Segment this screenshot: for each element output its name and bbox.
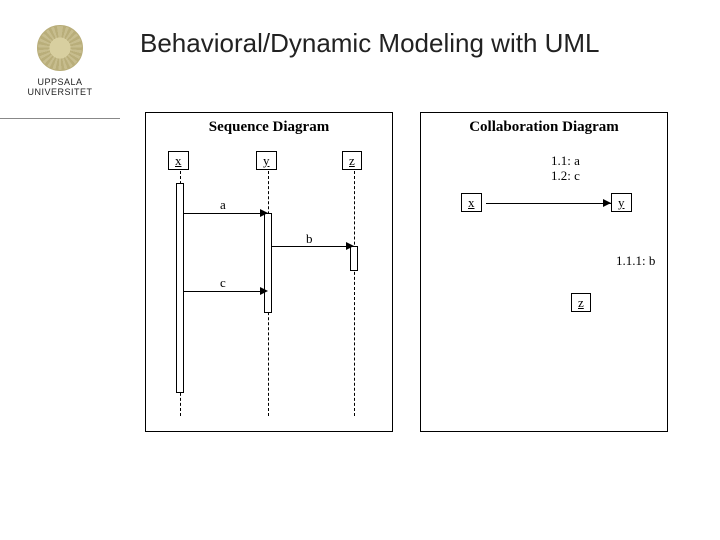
sequence-title: Sequence Diagram: [146, 113, 392, 136]
link-x-y-arrow-icon: [603, 199, 611, 207]
university-name-line2: UNIVERSITET: [15, 87, 105, 97]
collab-label-a: 1.1: a: [551, 153, 580, 169]
link-x-y: [486, 203, 611, 204]
message-c-arrow-icon: [260, 287, 268, 295]
message-c-label: c: [220, 275, 226, 291]
collab-object-y: y: [611, 193, 632, 212]
message-a-line: [184, 213, 264, 214]
university-name-line1: UPPSALA: [15, 77, 105, 87]
message-c-line: [184, 291, 264, 292]
university-logo: UPPSALA UNIVERSITET: [15, 25, 105, 98]
seq-object-z: z: [342, 151, 362, 170]
seq-object-x: x: [168, 151, 189, 170]
lifeline-z: [354, 171, 355, 416]
collab-object-z: z: [571, 293, 591, 312]
university-seal-icon: [37, 25, 83, 71]
message-b-arrow-icon: [346, 242, 354, 250]
collab-object-x: x: [461, 193, 482, 212]
activation-x: [176, 183, 184, 393]
message-b-label: b: [306, 231, 313, 247]
sequence-diagram-panel: Sequence Diagram x y z a b c: [145, 112, 393, 432]
collaboration-title: Collaboration Diagram: [421, 113, 667, 136]
collaboration-diagram-panel: Collaboration Diagram 1.1: a 1.2: c x y …: [420, 112, 668, 432]
collab-label-b: 1.1.1: b: [616, 253, 655, 269]
activation-y: [264, 213, 272, 313]
seq-object-y: y: [256, 151, 277, 170]
message-a-label: a: [220, 197, 226, 213]
divider: [0, 118, 120, 119]
collab-label-c: 1.2: c: [551, 168, 580, 184]
message-a-arrow-icon: [260, 209, 268, 217]
page-title: Behavioral/Dynamic Modeling with UML: [140, 28, 600, 59]
